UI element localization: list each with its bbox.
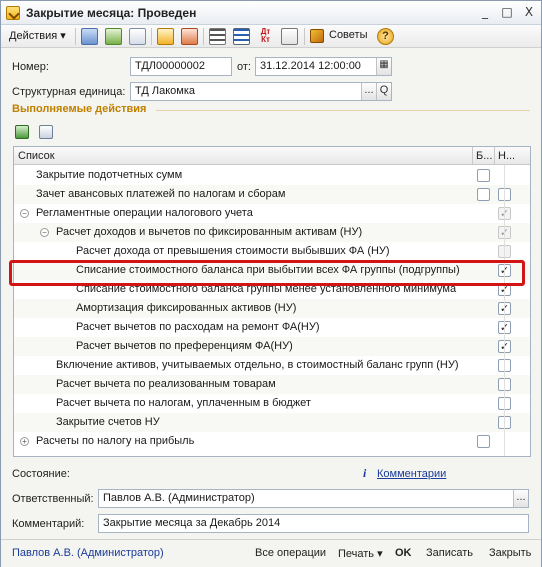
- table-row[interactable]: Включение активов, учитываемых отдельно,…: [14, 356, 530, 375]
- row-label: Регламентные операции налогового учета: [36, 207, 253, 219]
- unit-label: Структурная единица:: [12, 86, 126, 98]
- collapse-icon[interactable]: −: [20, 209, 29, 218]
- actions-menu[interactable]: Действия ▾: [9, 29, 66, 42]
- minimize-button[interactable]: _: [477, 5, 493, 21]
- save-icon[interactable]: [81, 28, 98, 45]
- report-icon[interactable]: [281, 28, 298, 45]
- table-row[interactable]: Расчет вычета по реализованным товарам: [14, 375, 530, 394]
- current-user-link[interactable]: Павлов А.В. (Администратор): [12, 547, 164, 559]
- date-value: 31.12.2014 12:00:00: [260, 60, 361, 72]
- calendar-icon[interactable]: ▦: [376, 58, 391, 75]
- row-label: Расчет вычетов по расходам на ремонт ФА(…: [76, 321, 320, 333]
- toolbar: Действия ▾ Дт Кт Советы ?: [1, 25, 541, 48]
- refresh-icon[interactable]: [105, 28, 122, 45]
- row-label: Расчет доходов и вычетов по фиксированны…: [56, 226, 363, 238]
- date-field[interactable]: 31.12.2014 12:00:00: [255, 57, 392, 76]
- post-icon[interactable]: [157, 28, 174, 45]
- row-label: Закрытие счетов НУ: [56, 416, 160, 428]
- state-label: Состояние:: [12, 468, 70, 480]
- toolbar-separator: [75, 28, 76, 45]
- table-header: Список Б... Н...: [14, 147, 530, 165]
- table-row[interactable]: + Расчеты по налогу на прибыль: [14, 432, 530, 451]
- comment-label: Комментарий:: [12, 518, 85, 530]
- date-label: от:: [237, 61, 251, 73]
- dt-kt-icon[interactable]: Дт Кт: [257, 28, 274, 45]
- comments-link[interactable]: Комментарии: [377, 468, 446, 480]
- print-button[interactable]: Печать ▾: [338, 547, 383, 560]
- table-row[interactable]: Амортизация фиксированных активов (НУ)✓: [14, 299, 530, 318]
- search-icon[interactable]: Q: [376, 83, 391, 100]
- sovety-button[interactable]: Советы: [329, 29, 367, 41]
- number-field[interactable]: ТДЛ00000002: [130, 57, 232, 76]
- table-row[interactable]: Закрытие счетов НУ: [14, 413, 530, 432]
- highlight-frame: [9, 260, 525, 286]
- table-row[interactable]: Расчет вычетов по расходам на ремонт ФА(…: [14, 318, 530, 337]
- table-row[interactable]: Расчет вычетов по преференциям ФА(НУ)✓: [14, 337, 530, 356]
- all-operations-button[interactable]: Все операции: [255, 547, 326, 559]
- list-icon[interactable]: [209, 28, 226, 45]
- checkbox-b[interactable]: [477, 169, 490, 182]
- comment-field[interactable]: Закрытие месяца за Декабрь 2014: [98, 514, 529, 533]
- checkbox-b[interactable]: [477, 435, 490, 448]
- responsible-select-button[interactable]: ...: [513, 490, 528, 507]
- collapse-icon[interactable]: −: [40, 228, 49, 237]
- structure-icon[interactable]: [233, 28, 250, 45]
- actions-table: Список Б... Н... Закрытие подотчетных су…: [13, 146, 531, 457]
- expand-icon[interactable]: +: [20, 437, 29, 446]
- document-window: Закрытие месяца: Проведен _ □ X Действия…: [0, 0, 542, 567]
- new-doc-icon[interactable]: [129, 28, 146, 45]
- ok-button[interactable]: OK: [395, 547, 412, 559]
- uncheck-all-icon[interactable]: [39, 125, 53, 139]
- row-label: Зачет авансовых платежей по налогам и сб…: [36, 188, 286, 200]
- column-divider: [494, 147, 495, 165]
- toolbar-separator: [304, 28, 305, 45]
- row-label: Расчет дохода от превышения стоимости вы…: [76, 245, 390, 257]
- section-divider: [156, 110, 530, 111]
- close-window-button[interactable]: X: [521, 5, 537, 21]
- write-button[interactable]: Записать: [426, 547, 473, 559]
- section-title: Выполняемые действия: [12, 103, 147, 115]
- row-label: Расчет вычета по реализованным товарам: [56, 378, 276, 390]
- row-label: Включение активов, учитываемых отдельно,…: [56, 359, 459, 371]
- row-label: Расчет вычетов по преференциям ФА(НУ): [76, 340, 293, 352]
- title-bar: Закрытие месяца: Проведен _ □ X: [1, 1, 541, 25]
- help-icon[interactable]: ?: [377, 28, 394, 45]
- column-divider: [472, 147, 473, 165]
- unit-select-button[interactable]: ...: [361, 83, 376, 100]
- table-row[interactable]: Расчет дохода от превышения стоимости вы…: [14, 242, 530, 261]
- sovety-icon[interactable]: [310, 29, 324, 43]
- info-icon: i: [363, 466, 367, 480]
- responsible-field[interactable]: Павлов А.В. (Администратор): [98, 489, 529, 508]
- close-button[interactable]: Закрыть: [489, 547, 531, 559]
- row-label: Расчеты по налогу на прибыль: [36, 435, 195, 447]
- table-row[interactable]: Зачет авансовых платежей по налогам и сб…: [14, 185, 530, 204]
- column-header-n[interactable]: Н...: [498, 150, 515, 162]
- column-header-list[interactable]: Список: [18, 150, 55, 162]
- checkbox-b[interactable]: [477, 188, 490, 201]
- unpost-icon[interactable]: [181, 28, 198, 45]
- unit-field[interactable]: ТД Лакомка: [130, 82, 392, 101]
- row-label: Расчет вычета по налогам, уплаченным в б…: [56, 397, 311, 409]
- table-row[interactable]: Закрытие подотчетных сумм: [14, 166, 530, 185]
- row-label: Амортизация фиксированных активов (НУ): [76, 302, 297, 314]
- toolbar-separator: [203, 28, 204, 45]
- table-row[interactable]: Расчет вычета по налогам, уплаченным в б…: [14, 394, 530, 413]
- column-header-b[interactable]: Б...: [476, 150, 492, 162]
- check-all-icon[interactable]: [15, 125, 29, 139]
- row-label: Закрытие подотчетных сумм: [36, 169, 183, 181]
- table-row[interactable]: −Регламентные операции налогового учета✓: [14, 204, 530, 223]
- table-row[interactable]: − Расчет доходов и вычетов по фиксированн…: [14, 223, 530, 242]
- number-label: Номер:: [12, 61, 49, 73]
- toolbar-separator: [151, 28, 152, 45]
- window-title: Закрытие месяца: Проведен: [26, 6, 197, 20]
- maximize-button[interactable]: □: [499, 5, 515, 21]
- document-icon: [6, 6, 20, 20]
- table-scrollbar[interactable]: [504, 165, 505, 456]
- responsible-label: Ответственный:: [12, 493, 94, 505]
- bottom-bar: Павлов А.В. (Администратор) Все операции…: [1, 539, 541, 567]
